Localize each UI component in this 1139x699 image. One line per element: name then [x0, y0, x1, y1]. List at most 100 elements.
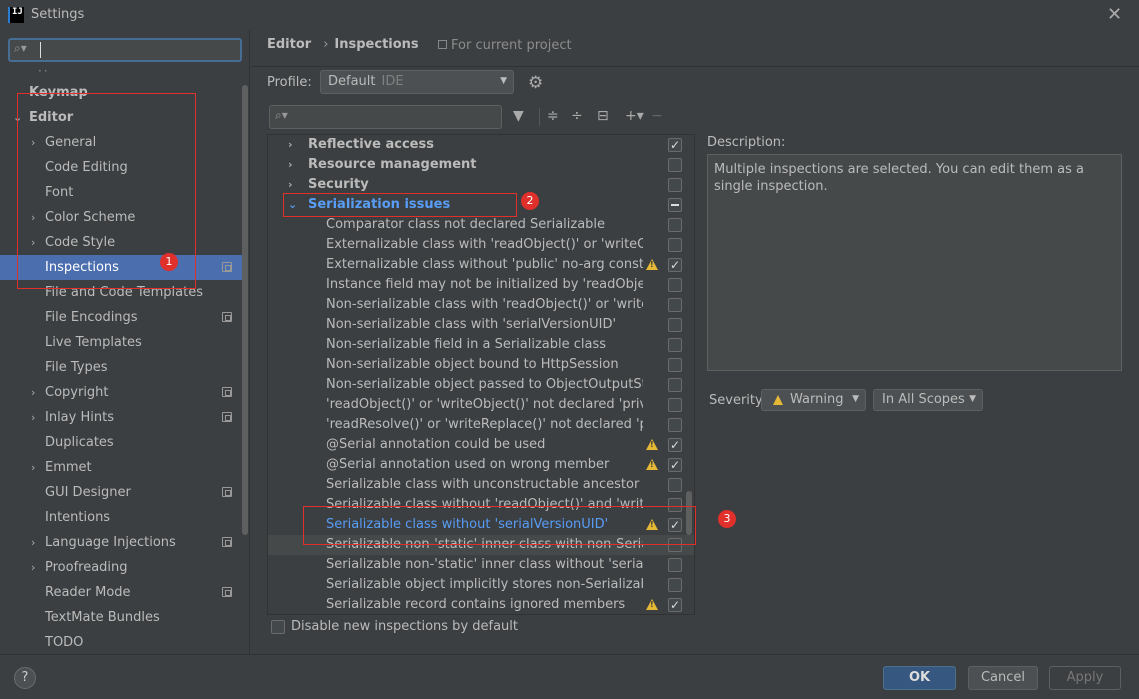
filter-icon[interactable]: ▼	[513, 108, 524, 124]
inspection-item[interactable]: Non-serializable object passed to Object…	[268, 375, 694, 395]
sidebar-item-todo[interactable]: TODO	[0, 630, 242, 655]
inspection-checkbox[interactable]	[668, 338, 682, 352]
reset-icon[interactable]: ⊟	[597, 108, 609, 124]
chevron-down-icon[interactable]: ⌄	[288, 195, 297, 215]
sidebar-item-file-encodings[interactable]: File Encodings	[0, 305, 242, 330]
scope-dropdown[interactable]: In All Scopes ▼	[873, 389, 983, 411]
chevron-right-icon[interactable]: ›	[31, 130, 35, 155]
sidebar-item-copyright[interactable]: › Copyright	[0, 380, 242, 405]
remove-icon[interactable]: −	[651, 108, 663, 124]
inspection-category[interactable]: › Resource management	[268, 155, 694, 175]
severity-dropdown[interactable]: Warning ▼	[761, 389, 866, 411]
sidebar-item-code-editing[interactable]: Code Editing	[0, 155, 242, 180]
sidebar-item-inlay-hints[interactable]: › Inlay Hints	[0, 405, 242, 430]
inspection-item[interactable]: Non-serializable class with 'serialVersi…	[268, 315, 694, 335]
sidebar-item-emmet[interactable]: › Emmet	[0, 455, 242, 480]
sidebar-item-duplicates[interactable]: Duplicates	[0, 430, 242, 455]
inspection-checkbox[interactable]	[668, 318, 682, 332]
help-button[interactable]: ?	[14, 667, 36, 689]
breadcrumb-editor[interactable]: Editor	[267, 37, 311, 52]
inspection-checkbox[interactable]	[668, 238, 682, 252]
inspection-checkbox[interactable]	[668, 198, 682, 212]
inspection-checkbox[interactable]	[668, 538, 682, 552]
inspection-category[interactable]: › Reflective access	[268, 135, 694, 155]
inspection-checkbox[interactable]	[668, 418, 682, 432]
inspection-checkbox[interactable]	[668, 298, 682, 312]
inspection-item[interactable]: 'readObject()' or 'writeObject()' not de…	[268, 395, 694, 415]
sidebar-item-intentions[interactable]: Intentions	[0, 505, 242, 530]
inspection-checkbox[interactable]	[668, 158, 682, 172]
search-input[interactable]: ⌕▾	[8, 38, 242, 62]
chevron-right-icon[interactable]: ›	[31, 555, 35, 580]
add-icon[interactable]: +▾	[625, 108, 644, 124]
inspection-item[interactable]: Externalizable class without 'public' no…	[268, 255, 694, 275]
inspection-checkbox[interactable]	[668, 255, 682, 275]
inspection-checkbox[interactable]	[668, 515, 682, 535]
inspection-item[interactable]: Non-serializable class with 'readObject(…	[268, 295, 694, 315]
sidebar-scrollbar[interactable]	[242, 85, 248, 535]
chevron-right-icon[interactable]: ›	[31, 205, 35, 230]
inspection-item[interactable]: Non-serializable field in a Serializable…	[268, 335, 694, 355]
chevron-right-icon[interactable]: ›	[288, 135, 293, 155]
sidebar-item-reader-mode[interactable]: Reader Mode	[0, 580, 242, 605]
inspection-checkbox[interactable]	[668, 278, 682, 292]
inspection-item[interactable]: Serializable non-'static' inner class wi…	[268, 535, 694, 555]
sidebar-item-inspections[interactable]: Inspections	[0, 255, 242, 280]
sidebar-item-file-and-code-templates[interactable]: File and Code Templates	[0, 280, 242, 305]
chevron-right-icon[interactable]: ›	[288, 155, 293, 175]
sidebar-item-keymap[interactable]: Keymap	[0, 80, 242, 105]
inspection-checkbox[interactable]	[668, 558, 682, 572]
inspection-item[interactable]: Externalizable class with 'readObject()'…	[268, 235, 694, 255]
inspection-checkbox[interactable]	[668, 595, 682, 614]
inspection-item[interactable]: Instance field may not be initialized by…	[268, 275, 694, 295]
chevron-right-icon[interactable]: ›	[288, 175, 293, 195]
inspection-checkbox[interactable]	[668, 218, 682, 232]
inspection-checkbox[interactable]	[668, 178, 682, 192]
inspection-checkbox[interactable]	[668, 398, 682, 412]
sidebar-item-language-injections[interactable]: › Language Injections	[0, 530, 242, 555]
gear-icon[interactable]: ⚙	[528, 73, 543, 93]
inspection-checkbox[interactable]	[668, 435, 682, 455]
inspection-item[interactable]: Serializable object implicitly stores no…	[268, 575, 694, 595]
inspection-item[interactable]: @Serial annotation used on wrong member	[268, 455, 694, 475]
chevron-right-icon[interactable]: ›	[31, 230, 35, 255]
inspection-checkbox[interactable]	[668, 478, 682, 492]
close-icon[interactable]: ✕	[1107, 4, 1122, 25]
sidebar-item-proofreading[interactable]: › Proofreading	[0, 555, 242, 580]
sidebar-item-gui-designer[interactable]: GUI Designer	[0, 480, 242, 505]
inspection-item[interactable]: Serializable class without 'readObject()…	[268, 495, 694, 515]
inspection-item[interactable]: Serializable record contains ignored mem…	[268, 595, 694, 614]
sidebar-item-color-scheme[interactable]: › Color Scheme	[0, 205, 242, 230]
inspection-item[interactable]: Serializable class with unconstructable …	[268, 475, 694, 495]
collapse-all-icon[interactable]: ÷	[571, 108, 583, 124]
inspection-checkbox[interactable]	[668, 378, 682, 392]
inspection-item[interactable]: @Serial annotation could be used	[268, 435, 694, 455]
chevron-right-icon[interactable]: ›	[31, 455, 35, 480]
inspection-item[interactable]: Non-serializable object bound to HttpSes…	[268, 355, 694, 375]
chevron-down-icon[interactable]: ⌄	[13, 105, 22, 130]
sidebar-item-editor[interactable]: ⌄ Editor	[0, 105, 242, 130]
disable-new-inspections-label[interactable]: Disable new inspections by default	[291, 619, 518, 634]
inspection-category[interactable]: › Security	[268, 175, 694, 195]
inspection-checkbox[interactable]	[668, 358, 682, 372]
inspection-item[interactable]: Comparator class not declared Serializab…	[268, 215, 694, 235]
chevron-right-icon[interactable]: ›	[31, 380, 35, 405]
expand-all-icon[interactable]: ≑	[547, 108, 559, 124]
inspection-category[interactable]: ⌄ Serialization issues	[268, 195, 694, 215]
cancel-button[interactable]: Cancel	[968, 666, 1038, 690]
inspection-filter-input[interactable]: ⌕▾	[269, 105, 502, 129]
sidebar-item-general[interactable]: › General	[0, 130, 242, 155]
ok-button[interactable]: OK	[883, 666, 956, 690]
disable-new-inspections-checkbox[interactable]	[271, 620, 285, 634]
inspection-checkbox[interactable]	[668, 498, 682, 512]
apply-button[interactable]: Apply	[1049, 666, 1121, 690]
inspection-item[interactable]: 'readResolve()' or 'writeReplace()' not …	[268, 415, 694, 435]
inspection-item[interactable]: Serializable class without 'serialVersio…	[268, 515, 694, 535]
inspection-item[interactable]: Serializable non-'static' inner class wi…	[268, 555, 694, 575]
inspection-checkbox[interactable]	[668, 135, 682, 155]
sidebar-item-file-types[interactable]: File Types	[0, 355, 242, 380]
sidebar-item-font[interactable]: Font	[0, 180, 242, 205]
sidebar-item-code-style[interactable]: › Code Style	[0, 230, 242, 255]
sidebar-item-textmate-bundles[interactable]: TextMate Bundles	[0, 605, 242, 630]
chevron-right-icon[interactable]: ›	[31, 530, 35, 555]
